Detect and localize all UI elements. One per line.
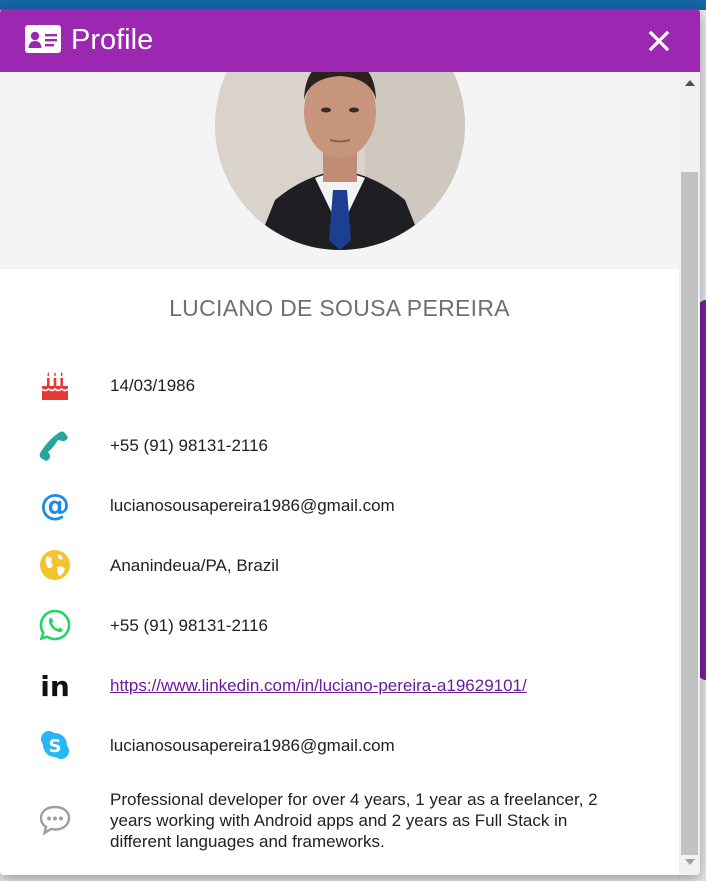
birthday-cake-icon (38, 368, 72, 402)
location-value: Ananindeua/PA, Brazil (110, 556, 279, 575)
dialog-title: Profile (71, 24, 154, 56)
linkedin-icon: in (38, 668, 72, 703)
about-row: Professional developer for over 4 years,… (0, 789, 679, 859)
globe-icon (38, 548, 72, 582)
photo-banner (0, 72, 679, 269)
linkedin-link[interactable]: https://www.linkedin.com/in/luciano-pere… (110, 676, 527, 695)
at-sign-icon: @ (38, 488, 72, 523)
svg-text:in: in (40, 670, 70, 702)
svg-text:S: S (49, 736, 62, 757)
email-row: @ lucianosousapereira1986@gmail.com (0, 488, 679, 528)
scrollbar[interactable] (679, 72, 700, 875)
whatsapp-icon (38, 608, 72, 642)
phone-value: +55 (91) 98131-2116 (110, 436, 269, 455)
phone-icon (38, 428, 72, 462)
avatar (215, 72, 465, 250)
scrollbar-thumb[interactable] (681, 172, 698, 855)
profile-content[interactable]: LUCIANO DE SOUSA PEREIRA 14/03/1986 +55 … (0, 72, 700, 875)
skype-icon: S (38, 728, 72, 762)
dialog-header: Profile (0, 9, 700, 72)
location-row: Ananindeua/PA, Brazil (0, 548, 679, 588)
phone-row: +55 (91) 98131-2116 (0, 428, 679, 468)
close-button[interactable] (644, 26, 674, 56)
close-icon (648, 30, 670, 52)
whatsapp-row: +55 (91) 98131-2116 (0, 608, 679, 648)
skype-value: lucianosousapereira1986@gmail.com (110, 736, 395, 755)
scroll-up-arrow-icon[interactable] (685, 80, 695, 86)
whatsapp-value: +55 (91) 98131-2116 (110, 616, 269, 635)
birthday-value: 14/03/1986 (110, 376, 196, 395)
email-value: lucianosousapereira1986@gmail.com (110, 496, 395, 515)
svg-text:@: @ (40, 488, 70, 522)
linkedin-row-text: https://www.linkedin.com/in/luciano-pere… (110, 675, 527, 696)
linkedin-row: in https://www.linkedin.com/in/luciano-p… (0, 668, 679, 708)
birthday-row: 14/03/1986 (0, 368, 679, 408)
speech-bubble-icon (38, 803, 72, 837)
id-card-icon (25, 25, 61, 58)
scroll-down-arrow-icon[interactable] (685, 859, 695, 865)
profile-dialog: Profile LUCIANO DE SOUSA PEREIRA 14/03/1… (0, 9, 700, 875)
about-value: Professional developer for over 4 years,… (110, 790, 598, 851)
skype-row: S lucianosousapereira1986@gmail.com (0, 728, 679, 768)
profile-name: LUCIANO DE SOUSA PEREIRA (169, 295, 510, 321)
